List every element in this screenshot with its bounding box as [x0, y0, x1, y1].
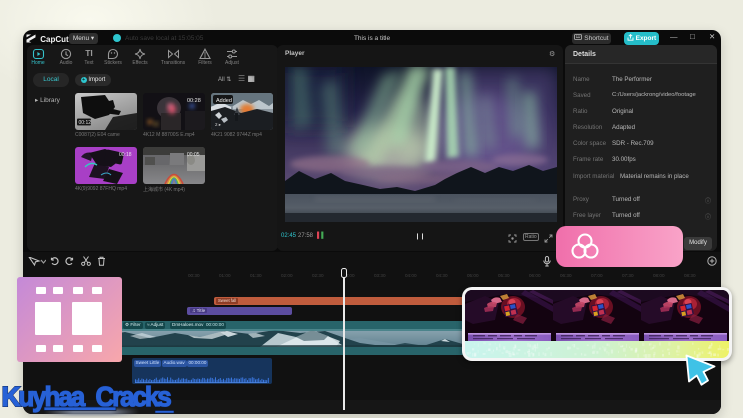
svg-text:00:18: 00:18 [119, 152, 132, 158]
svg-text:00:28: 00:28 [187, 98, 201, 104]
svg-text:00:12: 00:12 [79, 120, 92, 126]
svg-text:00:05: 00:05 [187, 152, 200, 158]
svg-text:Added: Added [216, 98, 232, 104]
svg-text:2 ▸: 2 ▸ [215, 122, 222, 127]
